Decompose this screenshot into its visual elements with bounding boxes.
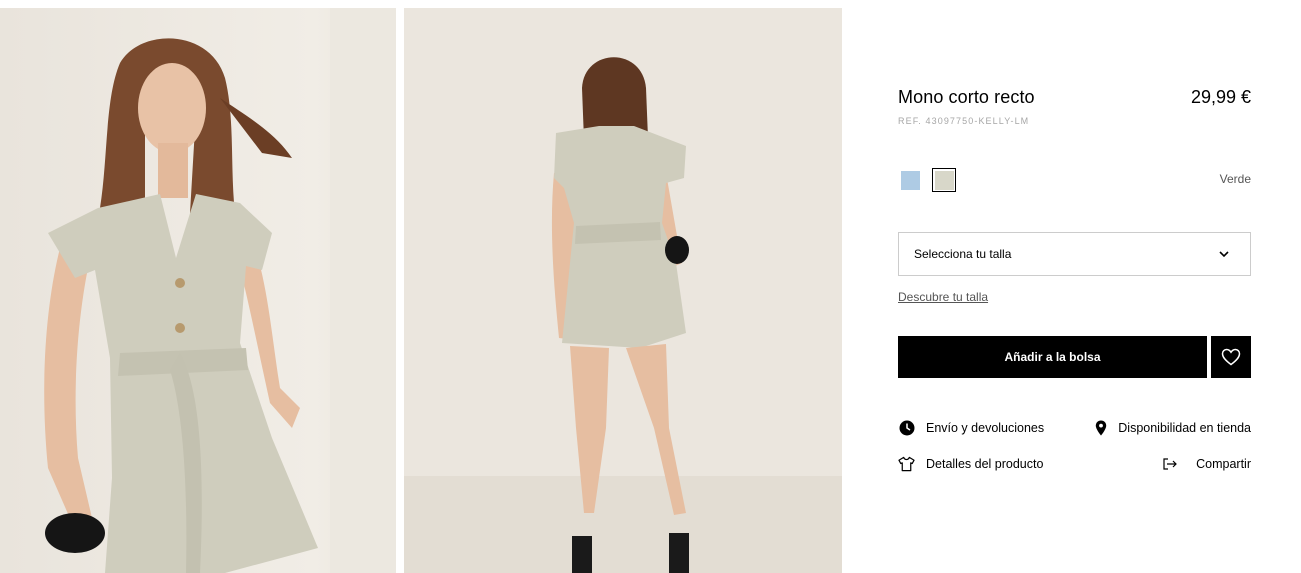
share-link[interactable]: Compartir — [1161, 455, 1251, 472]
model-front-illustration — [0, 8, 396, 573]
model-back-illustration — [404, 8, 842, 573]
swatch-fill — [934, 170, 954, 190]
product-image-back[interactable] — [404, 8, 842, 573]
product-reference: REF. 43097750-KELLY-LM — [898, 116, 1030, 126]
clock-icon — [899, 420, 914, 435]
share-label: Compartir — [1196, 456, 1251, 471]
shipping-returns-link[interactable]: Envío y devoluciones — [898, 419, 1044, 436]
location-pin-icon — [1095, 420, 1106, 435]
size-select[interactable]: Selecciona tu talla — [898, 232, 1251, 276]
store-availability-link[interactable]: Disponibilidad en tienda — [1092, 419, 1251, 436]
selected-color-label: Verde — [1219, 172, 1251, 186]
color-swatch-light-blue[interactable] — [898, 168, 922, 192]
color-swatch-verde[interactable] — [932, 168, 956, 192]
favorite-button[interactable] — [1211, 336, 1251, 378]
chevron-down-icon — [1219, 251, 1229, 258]
product-title: Mono corto recto — [898, 87, 1035, 107]
product-details-label: Detalles del producto — [926, 456, 1044, 471]
store-availability-label: Disponibilidad en tienda — [1118, 420, 1251, 435]
product-price: 29,99 € — [1190, 87, 1251, 107]
heart-icon — [1221, 348, 1241, 366]
product-panel: Mono corto recto 29,99 € REF. 43097750-K… — [898, 0, 1251, 573]
tshirt-icon — [898, 456, 915, 471]
swatch-fill — [900, 170, 920, 190]
product-details-link[interactable]: Detalles del producto — [898, 455, 1043, 472]
shipping-returns-label: Envío y devoluciones — [926, 420, 1045, 435]
size-guide-link[interactable]: Descubre tu talla — [898, 290, 988, 304]
product-image-front[interactable] — [0, 8, 396, 573]
size-select-label: Selecciona tu talla — [914, 247, 1012, 261]
share-arrow-icon — [1163, 457, 1177, 470]
add-to-bag-button[interactable]: Añadir a la bolsa — [898, 336, 1207, 378]
